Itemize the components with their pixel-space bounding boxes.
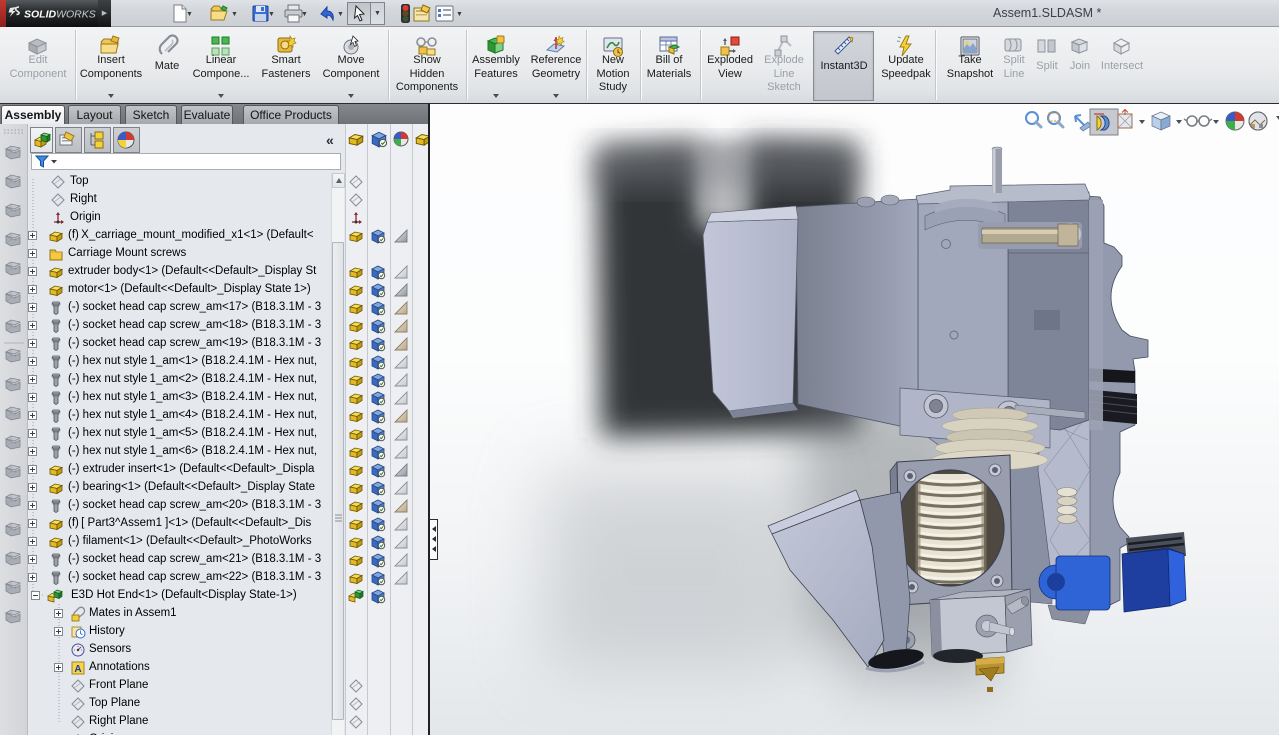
svg-text:A: A [74,664,81,675]
svg-text:SOLIDWORKS: SOLIDWORKS [24,9,96,21]
